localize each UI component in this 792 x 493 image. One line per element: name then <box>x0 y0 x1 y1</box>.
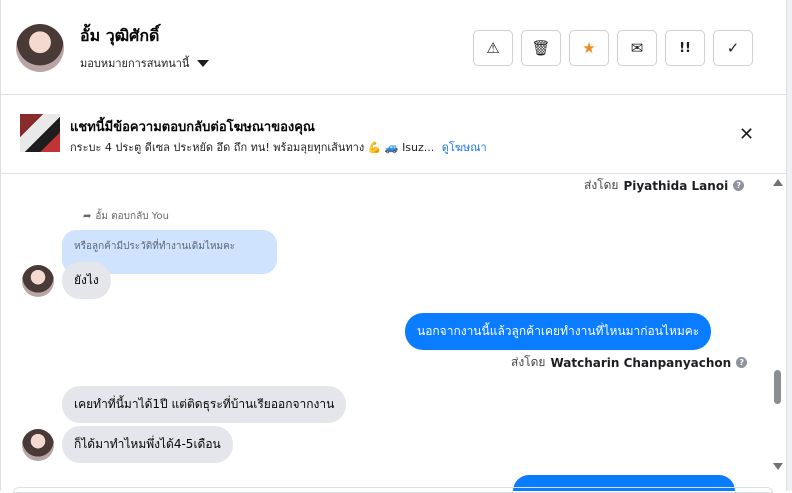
close-icon[interactable]: ✕ <box>739 124 754 145</box>
sender-name: Watcharin Chanpanyachon <box>550 355 732 370</box>
star-icon: ★ <box>582 39 596 57</box>
trash-icon: 🗑 <box>531 39 551 57</box>
sent-by-label: ส่งโดย Watcharin Chanpanyachon ? <box>511 353 748 372</box>
ad-thumbnail[interactable] <box>20 114 60 152</box>
reply-indicator: ➦ อั้ม ตอบกลับ You <box>83 211 169 222</box>
message-scrollbar[interactable] <box>767 175 787 491</box>
sender-name: Piyathida Lanoi <box>623 178 729 193</box>
ad-description: กระบะ 4 ประตู ดีเซล ประหยัด อึด ถึก ทน! … <box>70 141 435 154</box>
follow-up-icon: !! <box>679 40 691 56</box>
mark-done-button[interactable]: ✓ <box>713 30 753 66</box>
mark-unread-button[interactable]: ✉ <box>617 30 657 66</box>
assign-label: มอบหมายการสนทนานี้ <box>80 57 190 70</box>
report-button[interactable]: ⚠ <box>473 30 513 66</box>
contact-avatar[interactable] <box>16 24 64 72</box>
outgoing-message[interactable]: นอกจากงานนี้แล้วลูกค้าเคยทำงานที่ไหนมาก่… <box>405 313 712 350</box>
contact-name[interactable]: อั้ม วุฒิศักดิ์ <box>80 24 159 49</box>
check-icon: ✓ <box>726 39 740 57</box>
contact-avatar-small <box>22 429 54 461</box>
info-icon[interactable]: ? <box>736 357 748 368</box>
reply-arrow-icon: ➦ <box>83 211 92 222</box>
contact-avatar-small <box>22 265 54 297</box>
star-button[interactable]: ★ <box>569 30 609 66</box>
composer-edge[interactable] <box>13 487 773 493</box>
envelope-open-icon: ✉ <box>630 39 644 57</box>
scroll-down-arrow-icon[interactable] <box>773 463 783 470</box>
header-actions: ⚠ 🗑 ★ ✉ !! ✓ <box>473 30 753 66</box>
message-thread: ส่งโดย Piyathida Lanoi ? ➦ อั้ม ตอบกลับ … <box>1 175 767 491</box>
scroll-up-arrow-icon[interactable] <box>773 179 783 186</box>
delete-button[interactable]: 🗑 <box>521 30 561 66</box>
info-icon[interactable]: ? <box>733 180 745 191</box>
assign-conversation-dropdown[interactable]: มอบหมายการสนทนานี้ <box>80 54 210 72</box>
scrollbar-thumb[interactable] <box>774 370 781 404</box>
sent-by-label: ส่งโดย Piyathida Lanoi ? <box>584 176 745 195</box>
warning-icon: ⚠ <box>486 39 500 57</box>
incoming-message[interactable]: เคยทำที่นี้มาได้1ปี แต่ติดธุระที่บ้านเรี… <box>62 386 347 423</box>
incoming-message[interactable]: ก็ได้มาทำไหมพึ่งได้4-5เดือน <box>62 426 233 463</box>
incoming-message[interactable]: ยังไง <box>62 262 111 299</box>
conversation-header: อั้ม วุฒิศักดิ์ มอบหมายการสนทนานี้ ⚠ 🗑 ★… <box>1 0 787 95</box>
chevron-down-icon <box>197 59 210 67</box>
follow-up-button[interactable]: !! <box>665 30 705 66</box>
conversation-panel: อั้ม วุฒิศักดิ์ มอบหมายการสนทนานี้ ⚠ 🗑 ★… <box>0 0 792 493</box>
ad-reply-banner: แชทนี้มีข้อความตอบกลับต่อโฆษณาของคุณ กระ… <box>1 96 787 174</box>
view-ad-link[interactable]: ดูโฆษณา <box>442 141 487 154</box>
ad-banner-subtitle: กระบะ 4 ประตู ดีเซล ประหยัด อึด ถึก ทน! … <box>70 138 487 156</box>
ad-banner-title: แชทนี้มีข้อความตอบกลับต่อโฆษณาของคุณ <box>70 120 315 135</box>
window-edge <box>786 0 792 491</box>
